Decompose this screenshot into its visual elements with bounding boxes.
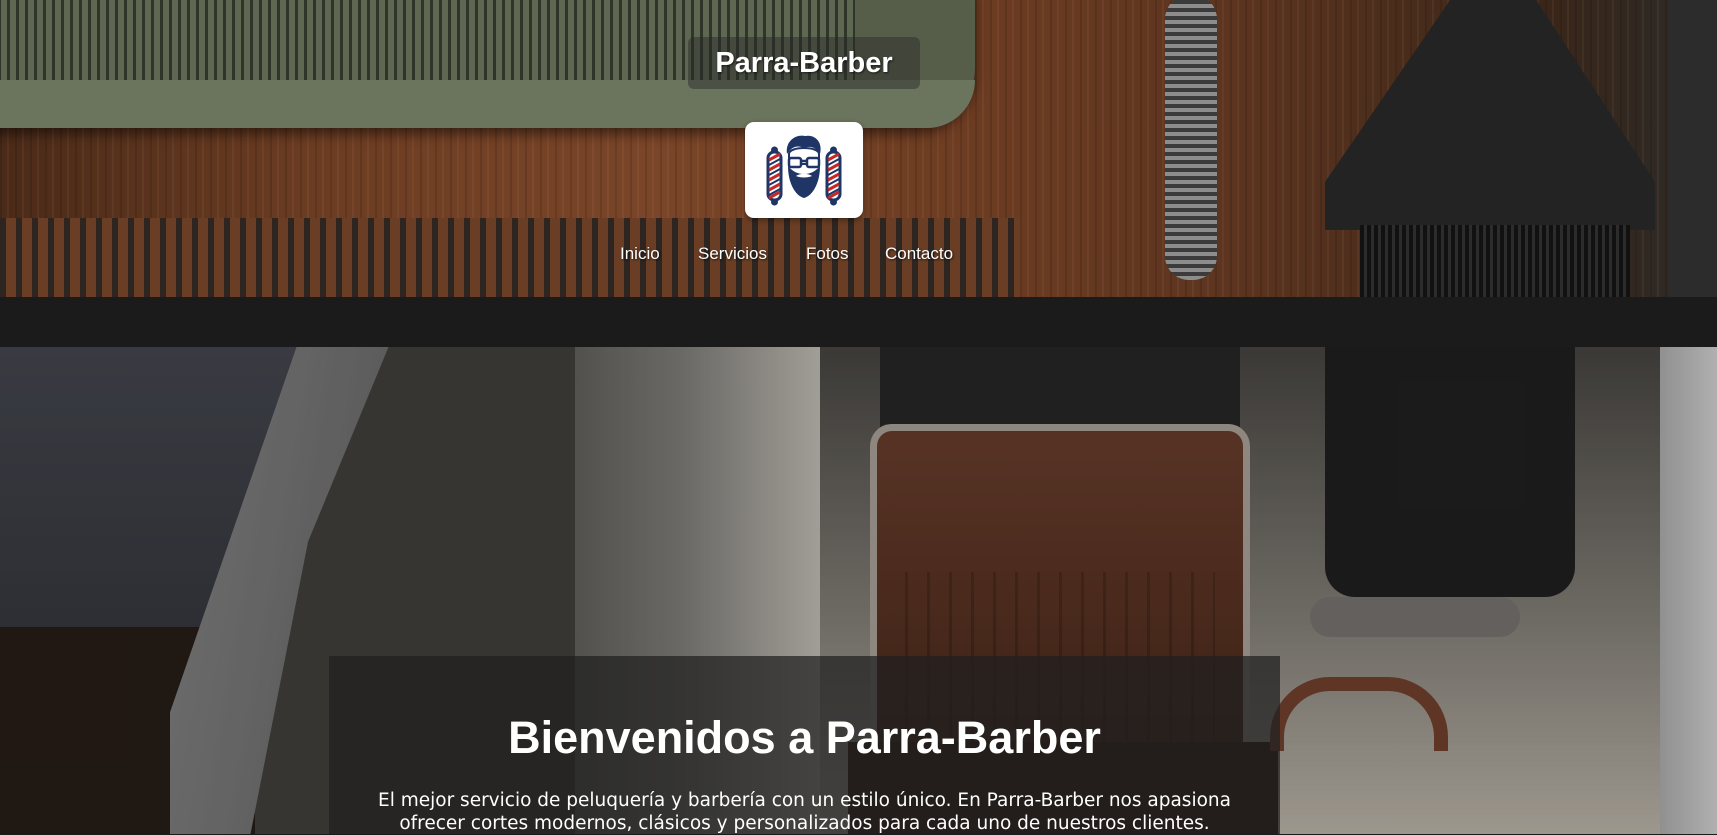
nav-link-inicio[interactable]: Inicio bbox=[620, 240, 660, 268]
main-nav: Inicio Servicios Fotos Contacto bbox=[620, 240, 960, 270]
nav-link-fotos[interactable]: Fotos bbox=[806, 240, 849, 268]
separator-band bbox=[0, 297, 1717, 347]
welcome-text: El mejor servicio de peluquería y barber… bbox=[378, 790, 1231, 834]
spring-image bbox=[1165, 0, 1217, 280]
site-title-container: Parra-Barber bbox=[688, 37, 920, 89]
site-title: Parra-Barber bbox=[715, 47, 893, 79]
bearded-man-barber-poles-icon bbox=[766, 135, 842, 206]
nav-link-contacto[interactable]: Contacto bbox=[885, 240, 953, 268]
brush-bristles-image bbox=[1360, 225, 1630, 297]
site-header: Parra-Barber Inicio Servicios Fotos Cont… bbox=[0, 0, 1717, 297]
nav-link-servicios[interactable]: Servicios bbox=[698, 240, 767, 268]
logo[interactable] bbox=[745, 122, 863, 218]
welcome-box: Bienvenidos a Parra-Barber El mejor serv… bbox=[329, 656, 1280, 834]
welcome-title: Bienvenidos a Parra-Barber bbox=[508, 712, 1101, 763]
